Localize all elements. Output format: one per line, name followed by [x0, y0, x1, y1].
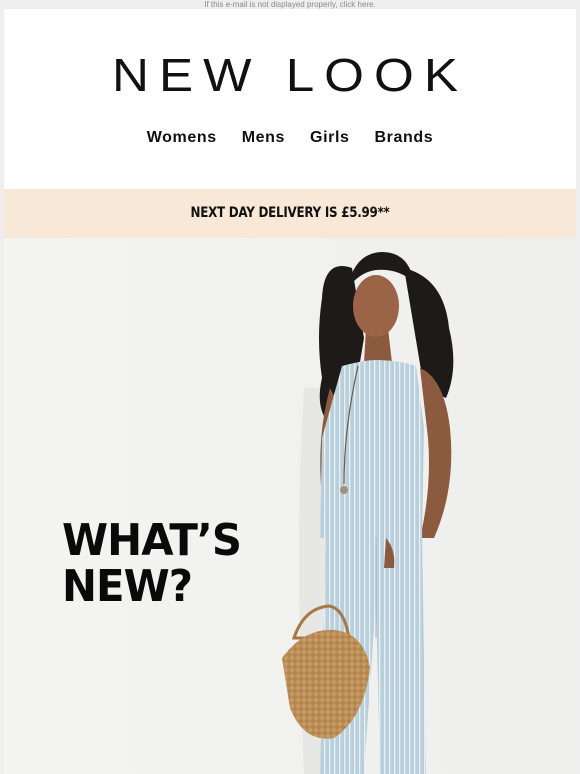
- nav-brands[interactable]: Brands: [375, 127, 434, 149]
- new-look-logo-icon: NEW LOOK: [112, 53, 468, 93]
- main-navigation: Womens Mens Girls Brands: [4, 127, 576, 149]
- email-header: NEW LOOK Womens Mens Girls Brands: [4, 9, 576, 189]
- brand-logo[interactable]: NEW LOOK: [4, 53, 576, 105]
- email-container: NEW LOOK Womens Mens Girls Brands NEXT D…: [4, 9, 576, 774]
- preheader-text[interactable]: If this e-mail is not displayed properly…: [204, 0, 375, 9]
- nav-girls[interactable]: Girls: [310, 127, 349, 149]
- hero-headline-line-2: NEW?: [62, 561, 193, 612]
- model-photo-image: [4, 238, 576, 774]
- hero-headline: WHAT’S NEW?: [62, 518, 271, 610]
- hero-banner[interactable]: WHAT’S NEW?: [4, 238, 576, 774]
- nav-womens[interactable]: Womens: [147, 127, 217, 149]
- hero-headline-line-1: WHAT’S: [62, 515, 242, 566]
- nav-mens[interactable]: Mens: [242, 127, 285, 149]
- svg-text:NEW LOOK: NEW LOOK: [112, 53, 468, 93]
- delivery-banner[interactable]: NEXT DAY DELIVERY IS £5.99**: [4, 189, 576, 238]
- delivery-banner-text: NEXT DAY DELIVERY IS £5.99**: [190, 205, 390, 221]
- preheader-link[interactable]: If this e-mail is not displayed properly…: [0, 0, 580, 9]
